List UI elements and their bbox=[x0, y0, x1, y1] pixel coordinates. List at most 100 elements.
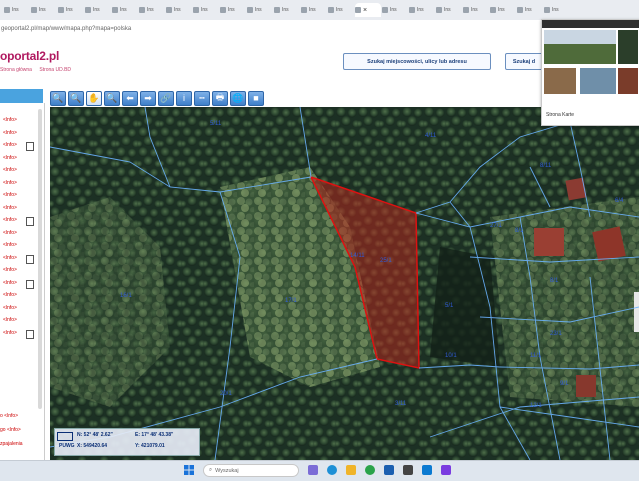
nav-home-link[interactable]: Strona główna bbox=[0, 67, 32, 73]
search-location-button[interactable]: Szukaj miejscowości, ulicy lub adresu bbox=[343, 53, 491, 70]
tab-favicon-icon bbox=[31, 7, 37, 13]
browser-tab[interactable]: Ins bbox=[463, 3, 487, 17]
search-parcel-button[interactable]: Szukaj d bbox=[505, 53, 543, 70]
orthophoto-map[interactable]: 5/11 4/11 8/11 14/11 16/1 17/1 5/1 8/1 23/1 3/11 2… bbox=[50, 107, 639, 460]
layer-item[interactable]: <lnfo> bbox=[3, 267, 17, 273]
layer-item[interactable]: <lnfo> bbox=[3, 242, 17, 248]
layer-item[interactable]: <lnfo> bbox=[3, 280, 17, 286]
browser-tab[interactable]: Ins bbox=[301, 3, 325, 17]
browser-tab[interactable]: Ins bbox=[382, 3, 406, 17]
popup-header bbox=[542, 20, 639, 28]
browser-tab[interactable]: Ins bbox=[58, 3, 82, 17]
tab-favicon-icon bbox=[247, 7, 253, 13]
scale-bar bbox=[57, 432, 73, 441]
popup-thumbnails bbox=[544, 30, 638, 94]
layer-item[interactable]: <lnfo> bbox=[3, 292, 17, 298]
browser-tab[interactable]: Ins bbox=[490, 3, 514, 17]
zoom-window-icon[interactable]: 🔍 bbox=[104, 90, 120, 106]
task-view-icon[interactable] bbox=[308, 465, 318, 475]
lon-value: 17° 48' 43.38" bbox=[141, 432, 174, 438]
info-icon[interactable]: i bbox=[176, 90, 192, 106]
layer-item[interactable]: <lnfo> bbox=[3, 230, 17, 236]
browser-tab[interactable]: × bbox=[355, 3, 381, 17]
browser-tab[interactable]: Ins bbox=[247, 3, 271, 17]
layer-item[interactable]: <lnfo> bbox=[3, 330, 17, 336]
browser-tab[interactable]: Ins bbox=[544, 3, 568, 17]
layer-footer-item[interactable]: zpajalenia bbox=[0, 441, 23, 447]
parcel-number-label: 8/1 bbox=[515, 228, 524, 234]
print-icon[interactable]: 🖶 bbox=[212, 90, 228, 106]
browser-tab[interactable]: Ins bbox=[274, 3, 298, 17]
outlook-icon[interactable] bbox=[422, 465, 432, 475]
layer-item[interactable]: <lnfo> bbox=[3, 130, 17, 136]
tab-label: Ins bbox=[471, 7, 478, 13]
pan-hand-icon[interactable]: ✋ bbox=[86, 90, 102, 106]
document-icon[interactable] bbox=[26, 279, 34, 289]
forward-arrow-icon[interactable]: ➡ bbox=[140, 90, 156, 106]
windows-start-icon[interactable] bbox=[184, 465, 194, 475]
globe-icon[interactable]: 🌐 bbox=[230, 90, 246, 106]
tab-favicon-icon bbox=[274, 7, 280, 13]
tab-label: Ins bbox=[147, 7, 154, 13]
browser-tab[interactable]: Ins bbox=[436, 3, 460, 17]
tab-label: Ins bbox=[525, 7, 532, 13]
tab-close-icon[interactable]: × bbox=[363, 7, 367, 14]
browser-tab[interactable]: Ins bbox=[166, 3, 190, 17]
layer-item[interactable]: <lnfo> bbox=[3, 117, 17, 123]
layer-item[interactable]: <lnfo> bbox=[3, 255, 17, 261]
tab-favicon-icon bbox=[382, 7, 388, 13]
browser-tab[interactable]: Ins bbox=[31, 3, 55, 17]
browser-tab[interactable]: Ins bbox=[139, 3, 163, 17]
browser-tab[interactable]: Ins bbox=[328, 3, 352, 17]
tab-label: Ins bbox=[201, 7, 208, 13]
tab-preview-popup[interactable]: Strona Karte bbox=[541, 19, 639, 126]
nav-udbd-link[interactable]: Strona UD.BD bbox=[39, 67, 71, 73]
zoom-out-icon[interactable]: 🔍 bbox=[68, 90, 84, 106]
zoom-in-icon[interactable]: 🔍 bbox=[50, 90, 66, 106]
file-explorer-icon[interactable] bbox=[346, 465, 356, 475]
browser-tab[interactable]: Ins bbox=[85, 3, 109, 17]
camera-icon[interactable]: ■ bbox=[248, 90, 264, 106]
site-logo[interactable]: oportal2.pl bbox=[0, 49, 59, 63]
taskbar-search[interactable]: ⌕ Wyszukaj bbox=[203, 464, 299, 477]
browser-tab[interactable]: Ins bbox=[112, 3, 136, 17]
layer-footer-item[interactable]: go <lnfo> bbox=[0, 427, 21, 433]
map-view[interactable]: 5/11 4/11 8/11 14/11 16/1 17/1 5/1 8/1 23/1 3/11 2… bbox=[50, 107, 639, 460]
teams-icon[interactable] bbox=[441, 465, 451, 475]
edge-icon[interactable] bbox=[327, 465, 337, 475]
tab-label: Ins bbox=[255, 7, 262, 13]
document-icon[interactable] bbox=[26, 254, 34, 264]
browser-tab[interactable]: Ins bbox=[220, 3, 244, 17]
tab-label: Ins bbox=[39, 7, 46, 13]
back-arrow-icon[interactable]: ⬅ bbox=[122, 90, 138, 106]
layer-item[interactable]: <lnfo> bbox=[3, 142, 17, 148]
layer-item[interactable]: <lnfo> bbox=[3, 305, 17, 311]
layer-item[interactable]: <lnfo> bbox=[3, 167, 17, 173]
layer-footer-item[interactable]: o <lnfo> bbox=[0, 413, 18, 419]
document-icon[interactable] bbox=[26, 142, 34, 151]
address-bar[interactable]: geoportal2.pl/map/www/mapa.php?mapa=pols… bbox=[0, 20, 540, 38]
taskbar-search-placeholder: Wyszukaj bbox=[215, 467, 239, 474]
browser-tab[interactable]: Ins bbox=[409, 3, 433, 17]
layer-item[interactable]: <lnfo> bbox=[3, 317, 17, 323]
measure-icon[interactable]: ┅ bbox=[194, 90, 210, 106]
layer-scrollbar[interactable] bbox=[38, 109, 42, 409]
tab-label: Ins bbox=[228, 7, 235, 13]
layer-item[interactable]: <lnfo> bbox=[3, 180, 17, 186]
tab-label: Ins bbox=[336, 7, 343, 13]
document-icon[interactable] bbox=[26, 329, 34, 339]
tab-favicon-icon bbox=[139, 7, 145, 13]
document-icon[interactable] bbox=[26, 217, 34, 226]
layer-item[interactable]: <lnfo> bbox=[3, 217, 17, 223]
address-url[interactable]: geoportal2.pl/map/www/mapa.php?mapa=pols… bbox=[0, 26, 131, 32]
layer-item[interactable]: <lnfo> bbox=[3, 205, 17, 211]
browser-tab[interactable]: Ins bbox=[517, 3, 541, 17]
app-icon[interactable] bbox=[403, 465, 413, 475]
browser-tab[interactable]: Ins bbox=[4, 3, 28, 17]
link-icon[interactable]: 🔗 bbox=[158, 90, 174, 106]
store-icon[interactable] bbox=[384, 465, 394, 475]
layer-item[interactable]: <lnfo> bbox=[3, 192, 17, 198]
layer-item[interactable]: <lnfo> bbox=[3, 155, 17, 161]
browser-tab[interactable]: Ins bbox=[193, 3, 217, 17]
chrome-icon[interactable] bbox=[365, 465, 375, 475]
